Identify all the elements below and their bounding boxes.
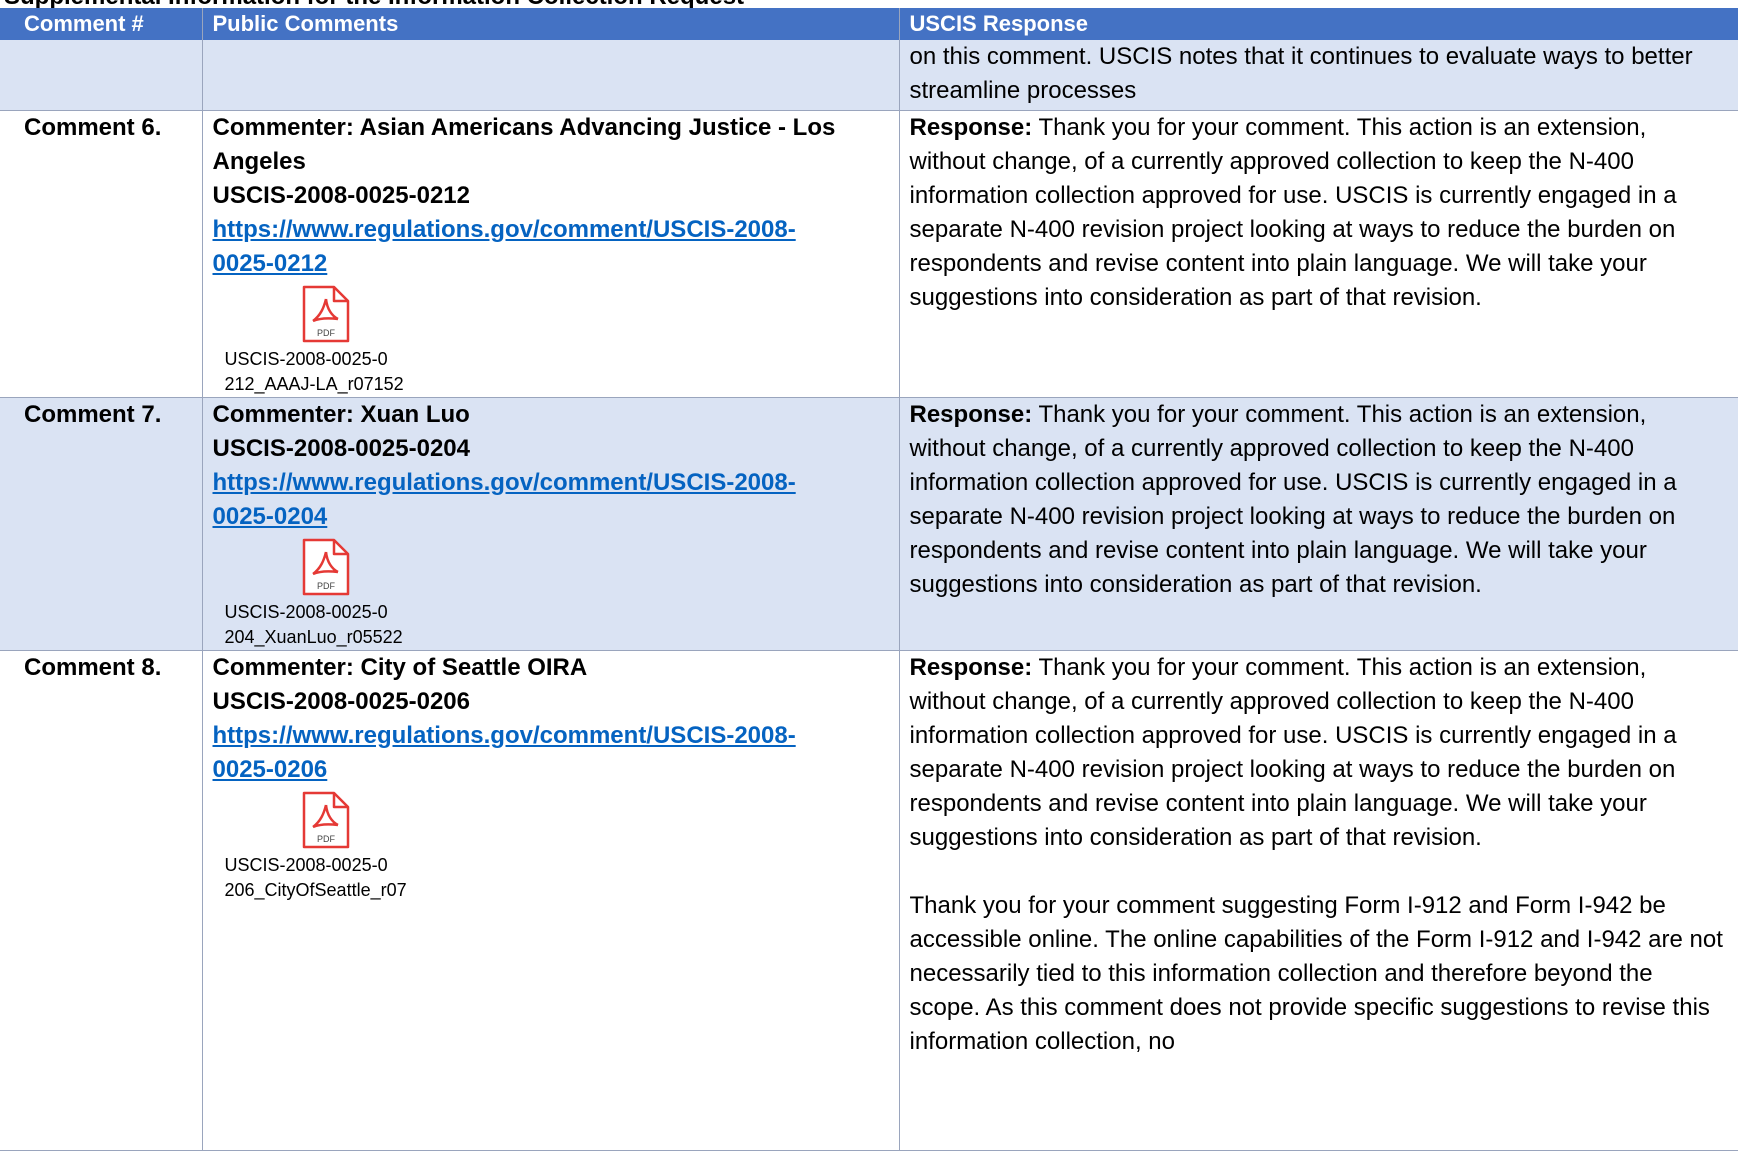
link-line-2: 0025-0206 — [212, 755, 328, 783]
docket-id: USCIS-2008-0025-0204 — [212, 434, 471, 462]
comment-number: Comment 6. — [0, 110, 202, 398]
public-comment-cell: Commenter: Xuan Luo USCIS-2008-0025-0204… — [201, 397, 899, 651]
header-public-comments: Public Comments — [201, 8, 899, 40]
response-label: Response: — [909, 400, 1033, 428]
pdf-file-icon[interactable]: PDF — [298, 538, 352, 596]
cut-off-heading-text: Supplemental Information for the Informa… — [4, 0, 744, 8]
response-label: Response: — [909, 653, 1033, 681]
response-cell: Response: Thank you for your comment. Th… — [898, 650, 1738, 1151]
pdf-icon-label: PDF — [317, 834, 336, 844]
header-comment-number: Comment # — [0, 8, 202, 40]
response-text: Thank you for your comment. This action … — [909, 400, 1677, 598]
table-header-row: Comment # Public Comments USCIS Response — [0, 8, 1738, 40]
attachment-filename-line-2: 204_XuanLuo_r05522 — [224, 626, 403, 647]
attachment-filename-line-1: USCIS-2008-0025-0 — [224, 854, 388, 875]
commenter-name: Commenter: Asian Americans Advancing Jus… — [212, 113, 836, 175]
pdf-file-icon[interactable]: PDF — [298, 791, 352, 849]
additional-response-text: Thank you for your comment suggesting Fo… — [909, 891, 1723, 1055]
regulations-gov-link[interactable]: https://www.regulations.gov/comment/USCI… — [213, 216, 796, 277]
link-line-2: 0025-0212 — [212, 249, 328, 277]
pdf-icon-label: PDF — [317, 328, 336, 338]
regulations-gov-link[interactable]: https://www.regulations.gov/comment/USCI… — [213, 469, 796, 530]
table-row-carryover: on this comment. USCIS notes that it con… — [0, 40, 1738, 111]
attachment-filename-line-1: USCIS-2008-0025-0 — [224, 601, 388, 622]
public-comment-cell: Commenter: City of Seattle OIRA USCIS-20… — [201, 650, 899, 1151]
commenter-name: Commenter: City of Seattle OIRA — [212, 653, 588, 681]
carryover-number-cell — [0, 40, 202, 111]
comment-number: Comment 8. — [0, 650, 202, 1151]
response-label: Response: — [909, 113, 1033, 141]
docket-id: USCIS-2008-0025-0206 — [212, 687, 471, 715]
cut-off-page-heading: Supplemental Information for the Informa… — [0, 0, 1738, 8]
link-line-2: 0025-0204 — [212, 502, 328, 530]
link-line-1: https://www.regulations.gov/comment/USCI… — [212, 468, 796, 496]
response-cell: Response: Thank you for your comment. Th… — [898, 110, 1738, 398]
table-row-comment-7: Comment 7. Commenter: Xuan Luo USCIS-200… — [0, 397, 1738, 651]
attachment-filename[interactable]: USCIS-2008-0025-0 206_CityOfSeattle_r07 — [225, 853, 425, 903]
header-uscis-response: USCIS Response — [898, 8, 1738, 40]
docket-id: USCIS-2008-0025-0212 — [212, 181, 471, 209]
response-text: Thank you for your comment. This action … — [909, 113, 1677, 311]
attachment-filename-line-2: 212_AAAJ-LA_r07152 — [224, 373, 404, 394]
comments-table: Comment # Public Comments USCIS Response… — [0, 8, 1738, 1151]
commenter-name: Commenter: Xuan Luo — [212, 400, 470, 428]
attachment-filename-line-1: USCIS-2008-0025-0 — [224, 348, 388, 369]
attachment-filename[interactable]: USCIS-2008-0025-0 204_XuanLuo_r05522 — [225, 600, 425, 650]
attachment-filename[interactable]: USCIS-2008-0025-0 212_AAAJ-LA_r07152 — [225, 347, 425, 397]
comment-number: Comment 7. — [0, 397, 202, 651]
response-text: Thank you for your comment. This action … — [909, 653, 1677, 851]
regulations-gov-link[interactable]: https://www.regulations.gov/comment/USCI… — [213, 722, 796, 783]
table-row-comment-6: Comment 6. Commenter: Asian Americans Ad… — [0, 110, 1738, 398]
link-line-1: https://www.regulations.gov/comment/USCI… — [212, 721, 796, 749]
carryover-response-cell: on this comment. USCIS notes that it con… — [898, 40, 1738, 111]
link-line-1: https://www.regulations.gov/comment/USCI… — [212, 215, 796, 243]
pdf-file-icon[interactable]: PDF — [298, 285, 352, 343]
pdf-icon-label: PDF — [317, 581, 336, 591]
response-cell: Response: Thank you for your comment. Th… — [898, 397, 1738, 651]
public-comment-cell: Commenter: Asian Americans Advancing Jus… — [201, 110, 899, 398]
attachment-filename-line-2: 206_CityOfSeattle_r07 — [224, 879, 407, 900]
table-row-comment-8: Comment 8. Commenter: City of Seattle OI… — [0, 650, 1738, 1151]
carryover-comment-cell — [201, 40, 899, 111]
